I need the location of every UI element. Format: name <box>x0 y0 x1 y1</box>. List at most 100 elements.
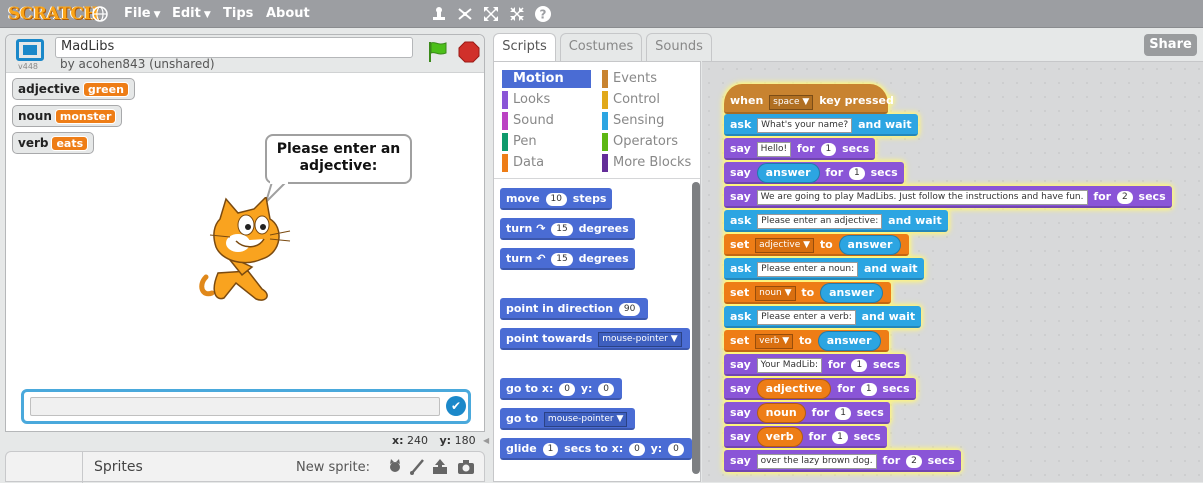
block-say[interactable]: say answer for 1 secs <box>724 162 904 184</box>
category-operators[interactable]: Operators <box>602 133 678 151</box>
variable-dropdown[interactable]: adjective ▼ <box>755 238 815 253</box>
block-say[interactable]: say adjective for 1 secs <box>724 378 916 400</box>
reporter-answer[interactable]: answer <box>817 331 881 351</box>
string-slot[interactable]: Hello! <box>756 142 792 157</box>
monitor-noun[interactable]: noun monster <box>12 105 123 127</box>
block-ask[interactable]: ask Please enter a verb: and wait <box>724 306 922 328</box>
block-say[interactable]: say over the lazy brown dog. for 2 secs <box>724 450 961 472</box>
block-turn-left[interactable]: turn ↶ 15 degrees <box>500 248 635 270</box>
block-go-to[interactable]: go to mouse-pointer ▼ <box>500 408 636 430</box>
number-slot[interactable]: 15 <box>551 223 573 236</box>
variable-dropdown[interactable]: noun ▼ <box>755 286 796 301</box>
block-ask[interactable]: ask What's your name? and wait <box>724 114 918 136</box>
scratch-logo[interactable]: SCRATCH <box>8 4 99 24</box>
reporter-answer[interactable]: answer <box>838 235 902 255</box>
reporter-verb[interactable]: verb <box>756 427 803 447</box>
variable-dropdown[interactable]: verb ▼ <box>755 334 794 349</box>
block-say[interactable]: say verb for 1 secs <box>724 426 887 448</box>
number-slot[interactable]: 0 <box>559 383 575 396</box>
tab-sounds[interactable]: Sounds <box>646 33 712 61</box>
block-ask[interactable]: ask Please enter a noun: and wait <box>724 258 924 280</box>
tab-scripts[interactable]: Scripts <box>493 33 556 63</box>
grow-icon[interactable] <box>482 5 500 23</box>
number-slot[interactable]: 1 <box>848 167 865 180</box>
string-slot[interactable]: Please enter a noun: <box>757 262 859 277</box>
key-dropdown[interactable]: space ▼ <box>769 95 814 110</box>
green-flag-icon[interactable] <box>426 40 450 64</box>
category-control[interactable]: Control <box>602 91 660 109</box>
number-slot[interactable]: 1 <box>820 143 837 156</box>
string-slot[interactable]: Please enter a verb: <box>757 310 856 325</box>
block-point-in-direction[interactable]: point in direction 90 <box>500 298 649 320</box>
number-slot[interactable]: 1 <box>835 407 851 420</box>
duplicate-stamp-icon[interactable] <box>430 5 448 23</box>
block-say[interactable]: say Your MadLib: for 1 secs <box>724 354 907 376</box>
shrink-icon[interactable] <box>508 5 526 23</box>
block-move[interactable]: move 10 steps <box>500 188 613 210</box>
block-point-towards[interactable]: point towards mouse-pointer ▼ <box>500 328 690 350</box>
number-slot[interactable]: 1 <box>851 359 868 372</box>
scripts-area[interactable]: when space ▼ key pressed ask What's your… <box>702 61 1203 482</box>
category-events[interactable]: Events <box>602 70 657 88</box>
tips-menu[interactable]: Tips <box>223 6 253 21</box>
category-motion[interactable]: Motion <box>502 70 591 88</box>
string-slot[interactable]: Please enter an adjective: <box>757 214 883 229</box>
number-slot[interactable]: 2 <box>906 455 922 468</box>
block-go-to-xy[interactable]: go to x: 0 y: 0 <box>500 378 622 400</box>
hat-block-when-key-pressed[interactable]: when space ▼ key pressed <box>724 84 894 114</box>
upload-icon[interactable] <box>431 458 449 476</box>
sprite-library-icon[interactable] <box>386 458 404 476</box>
reporter-answer[interactable]: answer <box>756 163 820 183</box>
monitor-verb[interactable]: verb eats <box>12 132 95 154</box>
category-data[interactable]: Data <box>502 154 544 172</box>
string-slot[interactable]: Your MadLib: <box>756 358 822 373</box>
number-slot[interactable]: 10 <box>545 193 567 206</box>
block-say[interactable]: say We are going to play MadLibs. Just f… <box>724 186 1172 208</box>
cat-sprite[interactable] <box>196 197 296 307</box>
monitor-adjective[interactable]: adjective green <box>12 78 135 100</box>
scrollbar-thumb[interactable] <box>692 182 700 474</box>
stop-icon[interactable] <box>458 41 480 63</box>
category-more-blocks[interactable]: More Blocks <box>602 154 691 172</box>
paint-brush-icon[interactable] <box>408 458 426 476</box>
reporter-adjective[interactable]: adjective <box>756 379 832 399</box>
help-icon[interactable]: ? <box>534 5 552 23</box>
number-slot[interactable]: 1 <box>832 431 848 444</box>
dropdown-slot[interactable]: mouse-pointer ▼ <box>598 332 682 347</box>
edit-menu[interactable]: Edit ▼ <box>172 6 211 21</box>
block-set[interactable]: set adjective ▼ to answer <box>724 234 910 256</box>
number-slot[interactable]: 90 <box>618 303 641 316</box>
block-turn-right[interactable]: turn ↷ 15 degrees <box>500 218 635 240</box>
string-slot[interactable]: What's your name? <box>757 118 853 133</box>
category-pen[interactable]: Pen <box>502 133 537 151</box>
block-set[interactable]: set verb ▼ to answer <box>724 330 889 352</box>
dropdown-slot[interactable]: mouse-pointer ▼ <box>543 412 628 427</box>
number-slot[interactable]: 2 <box>1116 191 1133 204</box>
cut-icon[interactable] <box>456 5 474 23</box>
category-looks[interactable]: Looks <box>502 91 550 109</box>
reporter-answer[interactable]: answer <box>820 283 883 303</box>
project-title-input[interactable]: MadLibs <box>55 37 413 58</box>
number-slot[interactable]: 0 <box>668 443 684 456</box>
number-slot[interactable]: 1 <box>860 383 877 396</box>
about-menu[interactable]: About <box>266 6 310 21</box>
string-slot[interactable]: over the lazy brown dog. <box>756 454 877 469</box>
block-say[interactable]: say noun for 1 secs <box>724 402 890 424</box>
file-menu[interactable]: File ▼ <box>124 6 161 21</box>
palette-scrollbar[interactable] <box>692 182 700 474</box>
number-slot[interactable]: 0 <box>629 443 645 456</box>
checkmark-icon[interactable]: ✔ <box>446 396 466 416</box>
camera-icon[interactable] <box>457 458 475 476</box>
block-ask[interactable]: ask Please enter an adjective: and wait <box>724 210 948 232</box>
block-glide[interactable]: glide 1 secs to x: 0 y: 0 <box>500 438 692 460</box>
string-slot[interactable]: We are going to play MadLibs. Just follo… <box>756 190 1088 205</box>
category-sound[interactable]: Sound <box>502 112 554 130</box>
answer-input[interactable] <box>30 397 440 416</box>
tab-costumes[interactable]: Costumes <box>560 33 642 61</box>
number-slot[interactable]: 15 <box>551 253 573 266</box>
block-say[interactable]: say Hello! for 1 secs <box>724 138 876 160</box>
fullscreen-icon[interactable] <box>16 39 44 61</box>
collapse-arrow-icon[interactable]: ◀ <box>483 436 490 448</box>
reporter-noun[interactable]: noun <box>756 403 806 423</box>
globe-icon[interactable] <box>91 5 109 23</box>
